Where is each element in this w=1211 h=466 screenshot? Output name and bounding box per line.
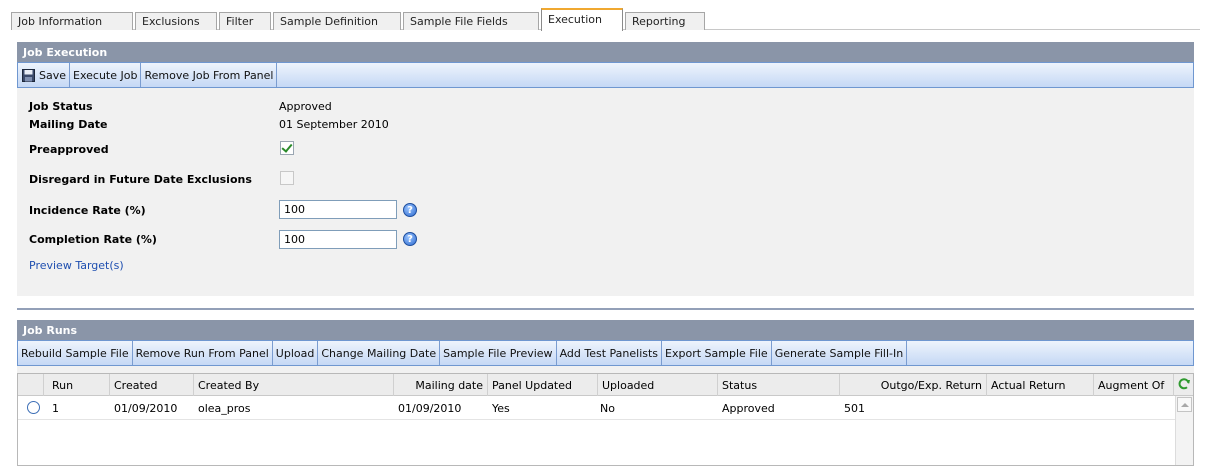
scroll-up-button[interactable]: [1177, 397, 1192, 412]
row-select-radio[interactable]: [27, 401, 40, 414]
cell-outgo-exp-return: 501: [844, 402, 865, 415]
mailing-date-value: 01 September 2010: [279, 118, 389, 131]
job-runs-header: Job Runs: [17, 320, 1194, 340]
column-created[interactable]: Created: [110, 374, 194, 396]
preview-targets-link[interactable]: Preview Target(s): [29, 259, 124, 272]
rebuild-sample-file-button[interactable]: Rebuild Sample File: [18, 341, 133, 365]
panel-divider: [17, 308, 1194, 310]
tab-filter[interactable]: Filter: [219, 12, 271, 30]
save-button[interactable]: Save: [18, 63, 71, 87]
cell-panel-updated: Yes: [492, 402, 510, 415]
table-row[interactable]: 1 01/09/2010 olea_pros 01/09/2010 Yes No…: [18, 396, 1175, 420]
column-uploaded[interactable]: Uploaded: [598, 374, 718, 396]
job-execution-panel: Job Execution Save Execute Job Remove Jo…: [17, 42, 1194, 296]
preapproved-label: Preapproved: [29, 143, 109, 156]
column-actual-return[interactable]: Actual Return: [987, 374, 1094, 396]
generate-sample-fill-in-button[interactable]: Generate Sample Fill-In: [772, 341, 908, 365]
job-runs-grid: Run Created Created By Mailing date Pane…: [17, 373, 1194, 466]
incidence-help-icon[interactable]: ?: [403, 203, 417, 217]
incidence-rate-label: Incidence Rate (%): [29, 204, 146, 217]
cell-run: 1: [52, 402, 59, 415]
job-runs-toolbar: Rebuild Sample File Remove Run From Pane…: [17, 340, 1194, 366]
job-execution-form: Job Status Approved Mailing Date 01 Sept…: [17, 88, 1194, 291]
job-execution-header: Job Execution: [17, 42, 1194, 62]
export-sample-file-button[interactable]: Export Sample File: [662, 341, 772, 365]
job-status-label: Job Status: [29, 100, 93, 113]
grid-vertical-scrollbar[interactable]: [1175, 396, 1193, 465]
column-panel-updated[interactable]: Panel Updated: [488, 374, 598, 396]
tab-execution[interactable]: Execution: [541, 8, 623, 31]
tab-bar: Job Information Exclusions Filter Sample…: [11, 8, 1200, 31]
job-execution-toolbar: Save Execute Job Remove Job From Panel: [17, 62, 1194, 88]
column-mailing-date[interactable]: Mailing date: [394, 374, 488, 396]
job-status-value: Approved: [279, 100, 332, 113]
incidence-rate-input[interactable]: [279, 200, 397, 219]
change-mailing-date-button[interactable]: Change Mailing Date: [318, 341, 441, 365]
cell-uploaded: No: [600, 402, 615, 415]
execute-job-button[interactable]: Execute Job: [70, 63, 142, 87]
upload-button[interactable]: Upload: [273, 341, 319, 365]
column-run[interactable]: Run: [44, 374, 110, 396]
save-button-label: Save: [39, 68, 67, 82]
disregard-future-exclusions-label: Disregard in Future Date Exclusions: [29, 173, 252, 186]
cell-mailing-date: 01/09/2010: [398, 402, 462, 415]
completion-rate-label: Completion Rate (%): [29, 233, 157, 246]
save-icon: [22, 68, 35, 82]
remove-job-from-panel-button[interactable]: Remove Job From Panel: [141, 63, 278, 87]
tab-sample-definition[interactable]: Sample Definition: [273, 12, 401, 30]
disregard-future-exclusions-checkbox[interactable]: [280, 171, 294, 185]
completion-help-icon[interactable]: ?: [403, 232, 417, 246]
remove-run-from-panel-button[interactable]: Remove Run From Panel: [133, 341, 273, 365]
preapproved-checkbox[interactable]: [280, 141, 294, 155]
tab-sample-file-fields[interactable]: Sample File Fields: [403, 12, 539, 30]
cell-created-by: olea_pros: [198, 402, 251, 415]
tab-job-information[interactable]: Job Information: [11, 12, 133, 30]
grid-select-header: [18, 374, 44, 396]
column-augment-of[interactable]: Augment Of: [1094, 374, 1174, 396]
column-status[interactable]: Status: [718, 374, 840, 396]
mailing-date-label: Mailing Date: [29, 118, 108, 131]
column-outgo-exp-return[interactable]: Outgo/Exp. Return: [840, 374, 987, 396]
sample-file-preview-button[interactable]: Sample File Preview: [440, 341, 557, 365]
cell-created: 01/09/2010: [114, 402, 178, 415]
tab-reporting[interactable]: Reporting: [625, 12, 705, 30]
column-created-by[interactable]: Created By: [194, 374, 394, 396]
add-test-panelists-button[interactable]: Add Test Panelists: [557, 341, 663, 365]
tab-exclusions[interactable]: Exclusions: [135, 12, 217, 30]
grid-header: Run Created Created By Mailing date Pane…: [18, 374, 1193, 396]
cell-status: Approved: [722, 402, 775, 415]
completion-rate-input[interactable]: [279, 230, 397, 249]
job-runs-panel: Job Runs Rebuild Sample File Remove Run …: [17, 320, 1194, 466]
refresh-icon[interactable]: [1177, 377, 1191, 391]
